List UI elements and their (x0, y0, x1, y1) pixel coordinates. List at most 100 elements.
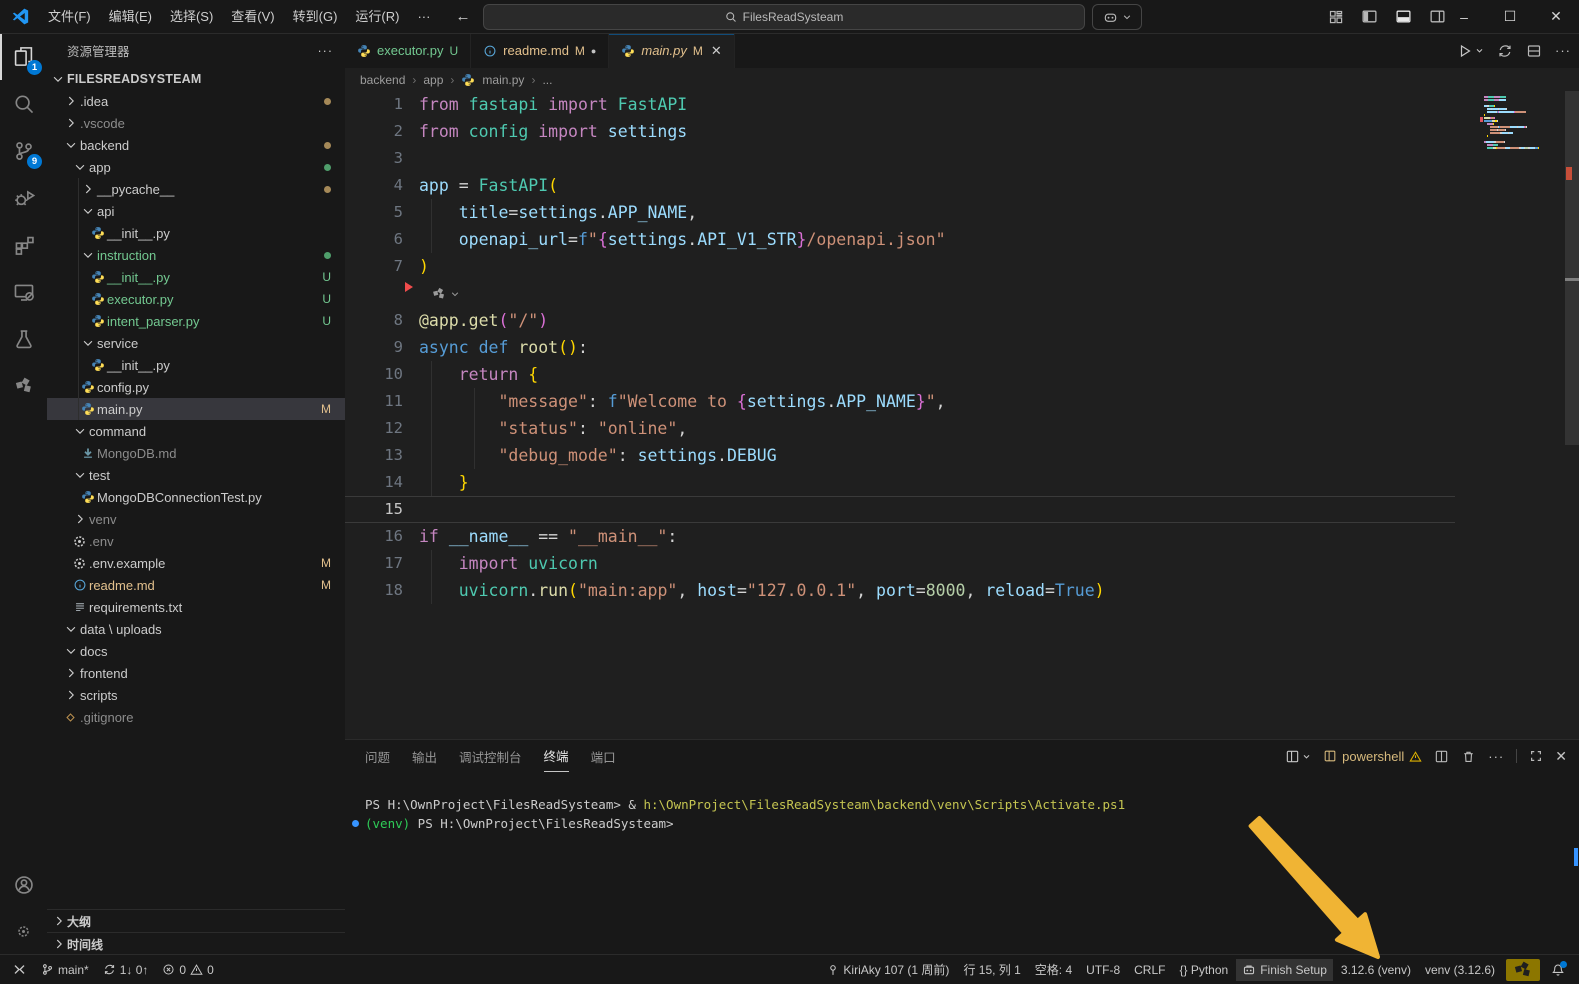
tree-item-.gitignore[interactable]: .gitignore (47, 706, 345, 728)
customize-layout-icon[interactable] (1328, 9, 1344, 25)
status-cursor-position[interactable]: 行 15, 列 1 (957, 959, 1026, 981)
activity-testing-icon[interactable] (0, 315, 47, 362)
tree-item-.env.example[interactable]: .env.exampleM (47, 552, 345, 574)
activity-remote-explorer-icon[interactable] (0, 268, 47, 315)
status-commit-author[interactable]: KiriAky 107 (1 周前) (821, 959, 955, 981)
menu-item-2[interactable]: 选择(S) (161, 6, 222, 28)
close-panel-icon[interactable]: ✕ (1555, 748, 1567, 765)
split-terminal-icon[interactable] (1434, 749, 1449, 764)
tree-item-requirements.txt[interactable]: requirements.txt (47, 596, 345, 618)
status-language-mode[interactable]: {} Python (1173, 959, 1234, 981)
tree-item-datauploads[interactable]: data \ uploads (47, 618, 345, 640)
code-line-5[interactable]: 5 title=settings.APP_NAME, (345, 199, 1579, 226)
menu-item-3[interactable]: 查看(V) (222, 6, 283, 28)
status-eol[interactable]: CRLF (1128, 959, 1171, 981)
breadcrumb-item-0[interactable]: backend (360, 73, 405, 87)
code-line-6[interactable]: 6 openapi_url=f"{settings.API_V1_STR}/op… (345, 226, 1579, 253)
code-line-1[interactable]: 1from fastapi import FastAPI (345, 91, 1579, 118)
maximize-panel-icon[interactable] (1529, 749, 1543, 763)
code-line-4[interactable]: 4app = FastAPI( (345, 172, 1579, 199)
tree-item-venv[interactable]: venv (47, 508, 345, 530)
command-decoration-dot[interactable] (352, 820, 359, 827)
toggle-panel-icon[interactable] (1395, 8, 1412, 25)
code-line-9[interactable]: 9async def root(): (345, 334, 1579, 361)
panel-tab-2[interactable]: 调试控制台 (459, 740, 522, 772)
tab-readme.md[interactable]: readme.mdM● (471, 33, 609, 68)
breadcrumb-item-3[interactable]: ... (542, 73, 552, 87)
menu-item-6[interactable]: ··· (408, 6, 439, 28)
tree-item-MongoDB.md[interactable]: MongoDB.md (47, 442, 345, 464)
tree-item-__init__.py[interactable]: __init__.py (47, 222, 345, 244)
tree-item-test[interactable]: test (47, 464, 345, 486)
activity-run-and-debug-icon[interactable] (0, 174, 47, 221)
status-remote-indicator[interactable] (6, 959, 33, 981)
code-line-16[interactable]: 16if __name__ == "__main__": (345, 523, 1579, 550)
status-git-branch[interactable]: main* (35, 959, 95, 981)
panel-tab-4[interactable]: 端口 (591, 740, 616, 772)
panel-more-actions-icon[interactable]: ··· (1488, 749, 1504, 764)
tree-item-scripts[interactable]: scripts (47, 684, 345, 706)
tree-item-backend[interactable]: backend (47, 134, 345, 156)
status-finish-setup[interactable]: Finish Setup (1236, 959, 1333, 981)
activity-settings-icon[interactable] (0, 908, 47, 955)
kill-terminal-icon[interactable] (1461, 749, 1476, 764)
code-line-11[interactable]: 11 "message": f"Welcome to {settings.APP… (345, 388, 1579, 415)
maximize-button[interactable]: ☐ (1487, 0, 1533, 33)
tree-item-app[interactable]: app (47, 156, 345, 178)
activity-ai-extension-icon[interactable] (0, 362, 47, 409)
tree-item-__init__.py[interactable]: __init__.pyU (47, 266, 345, 288)
status-python-interpreter[interactable]: 3.12.6 (venv) (1335, 959, 1417, 981)
tree-item-executor.py[interactable]: executor.pyU (47, 288, 345, 310)
code-line-2[interactable]: 2from config import settings (345, 118, 1579, 145)
tree-item-intent_parser.py[interactable]: intent_parser.pyU (47, 310, 345, 332)
run-python-file-button[interactable] (1457, 43, 1484, 59)
tree-item-MongoDBConnectionTest.py[interactable]: MongoDBConnectionTest.py (47, 486, 345, 508)
code-line-14[interactable]: 14 } (345, 469, 1579, 496)
tree-item-__init__.py[interactable]: __init__.py (47, 354, 345, 376)
copilot-menu-button[interactable] (1092, 4, 1142, 30)
status-encoding[interactable]: UTF-8 (1080, 959, 1126, 981)
sidebar-section-0[interactable]: 大纲 (47, 909, 345, 932)
tree-item-api[interactable]: api (47, 200, 345, 222)
panel-tab-0[interactable]: 问题 (365, 740, 390, 772)
close-button[interactable]: ✕ (1533, 0, 1579, 33)
status-notifications[interactable] (1545, 959, 1571, 981)
activity-accounts-icon[interactable] (0, 861, 47, 908)
terminal-launch-profile-button[interactable] (1285, 749, 1311, 764)
status-ai-extension-status[interactable] (1506, 959, 1540, 981)
code-line-10[interactable]: 10 return { (345, 361, 1579, 388)
back-arrow-icon[interactable]: ← (455, 8, 470, 25)
tab-executor.py[interactable]: executor.pyU (345, 33, 471, 68)
code-editor[interactable]: 1from fastapi import FastAPI2from config… (345, 91, 1579, 740)
tree-item-config.py[interactable]: config.py (47, 376, 345, 398)
tree-item-readme.md[interactable]: readme.mdM (47, 574, 345, 596)
panel-tab-1[interactable]: 输出 (412, 740, 437, 772)
tree-item-.vscode[interactable]: .vscode (47, 112, 345, 134)
status-problems[interactable]: 00 (156, 959, 219, 981)
breadcrumb-item-2[interactable]: main.py (482, 73, 524, 87)
editor-scrollbar[interactable] (1565, 91, 1579, 445)
split-editor-icon[interactable] (1526, 43, 1542, 59)
tree-item-instruction[interactable]: instruction (47, 244, 345, 266)
tree-item-command[interactable]: command (47, 420, 345, 442)
more-actions-icon[interactable]: ··· (1555, 43, 1571, 58)
tree-item-__pycache__[interactable]: __pycache__ (47, 178, 345, 200)
code-line-15[interactable]: 15 (345, 496, 1579, 523)
code-line-17[interactable]: 17 import uvicorn (345, 550, 1579, 577)
tree-item-service[interactable]: service (47, 332, 345, 354)
code-line-13[interactable]: 13 "debug_mode": settings.DEBUG (345, 442, 1579, 469)
tree-root[interactable]: FILESREADSYSTEAM (47, 68, 345, 90)
code-line-12[interactable]: 12 "status": "online", (345, 415, 1579, 442)
minimize-button[interactable]: – (1441, 0, 1487, 33)
tree-item-.env[interactable]: .env (47, 530, 345, 552)
ai-inline-widget[interactable] (431, 286, 460, 302)
code-line-7[interactable]: 7) (345, 253, 1579, 280)
breadcrumb[interactable]: backend›app›main.py›... (345, 68, 1579, 91)
open-changes-icon[interactable] (1497, 43, 1513, 59)
activity-explorer-icon[interactable]: 1 (0, 33, 47, 80)
menu-item-5[interactable]: 运行(R) (346, 6, 408, 28)
status-indentation[interactable]: 空格: 4 (1029, 959, 1078, 981)
explorer-more-actions[interactable]: ··· (318, 44, 334, 58)
terminal-tab-powershell[interactable]: powershell (1323, 749, 1422, 764)
tree-item-.idea[interactable]: .idea (47, 90, 345, 112)
